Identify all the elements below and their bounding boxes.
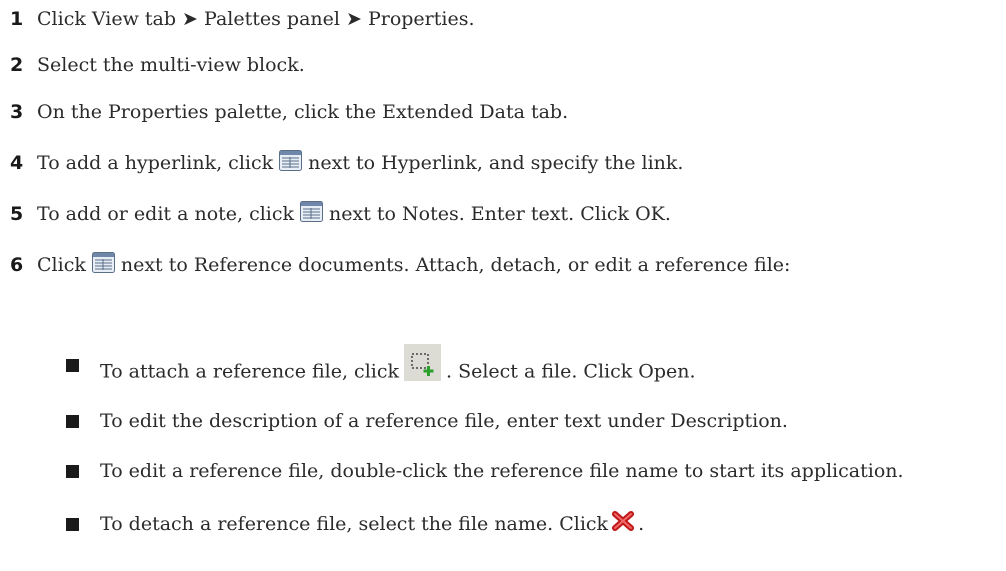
attach-icon [404, 344, 441, 381]
step-text: Click next to Reference documents. Attach… [37, 251, 791, 277]
step-text-before: To add or edit a note, click [37, 203, 295, 225]
bullet-text-before: To attach a reference file, click [100, 360, 399, 383]
step-text: Select the multi-view block. [37, 54, 305, 76]
step-text: On the Properties palette, click the Ext… [37, 101, 569, 123]
step-number: 4 [10, 152, 24, 174]
step-number: 5 [10, 203, 24, 225]
bullet-text: To edit a reference file, double-click t… [100, 460, 904, 482]
bullet-text-before: To detach a reference file, select the f… [100, 513, 609, 535]
bullet-text: To detach a reference file, select the f… [100, 511, 645, 535]
bullet-square [66, 415, 79, 428]
bullet-square [66, 359, 79, 372]
step-text-after: next to Hyperlink, and specify the link. [308, 152, 684, 174]
step-number: 2 [10, 54, 24, 76]
step-text-before: To add a hyperlink, click [37, 152, 274, 174]
grid-icon [300, 200, 324, 222]
grid-icon [279, 149, 303, 171]
bullet-text-after: . Select a file. Click Open. [446, 360, 696, 383]
bullet-text: To attach a reference file, click . Selec… [100, 344, 696, 391]
step-text-after: next to Reference documents. Attach, det… [120, 254, 791, 276]
bullet-text: To edit the description of a reference f… [100, 410, 788, 432]
step-number: 3 [10, 101, 24, 123]
step-text-after: next to Notes. Enter text. Click OK. [329, 203, 671, 225]
red-x-icon [612, 511, 635, 531]
grid-icon [91, 251, 115, 273]
bullet-text-after: . [638, 513, 645, 535]
step-text-before: Click [37, 254, 86, 276]
step-text: Click View tab ➤ Palettes panel ➤ Proper… [37, 8, 475, 30]
bullet-square [66, 518, 79, 531]
step-number: 6 [10, 254, 24, 276]
step-text: To add or edit a note, click next to Note… [37, 200, 671, 226]
step-number: 1 [10, 8, 24, 30]
bullet-square [66, 465, 79, 478]
step-text: To add a hyperlink, click next to Hyperli… [37, 149, 684, 175]
